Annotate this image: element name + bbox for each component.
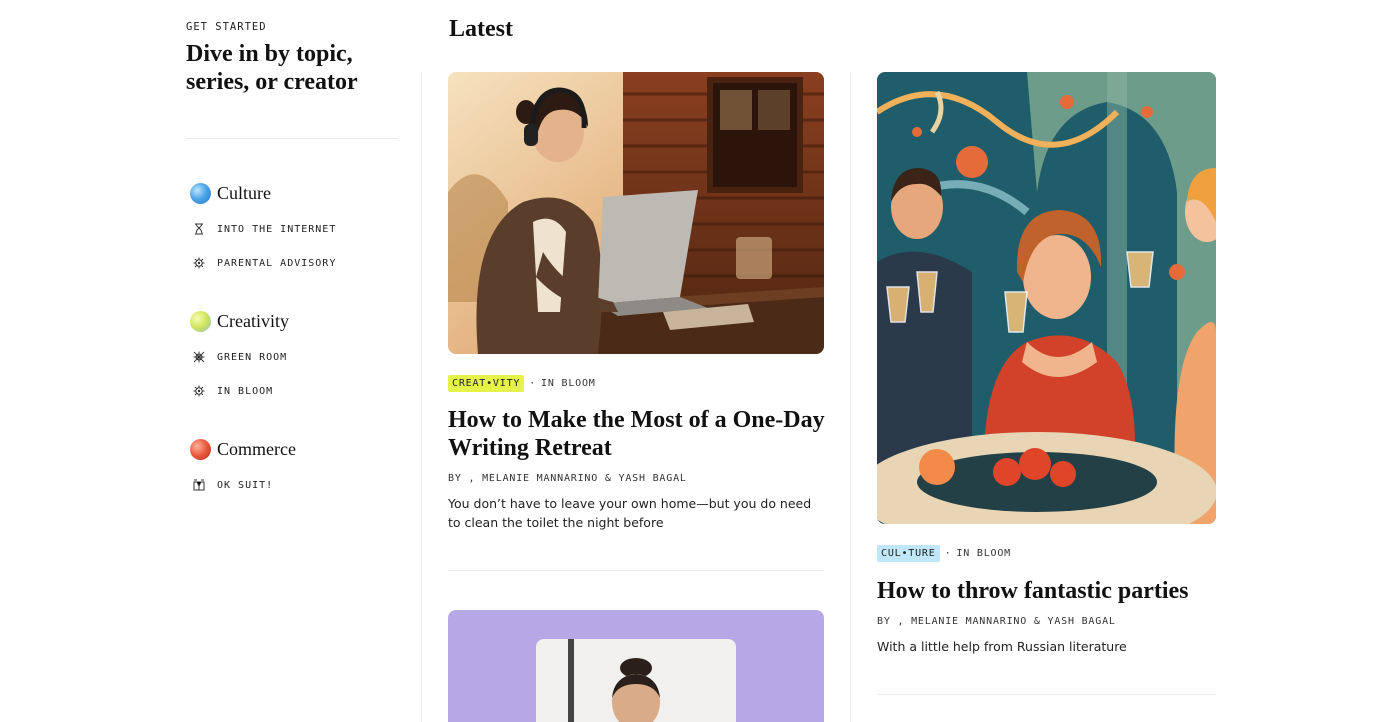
grid-icon xyxy=(192,350,206,364)
topic-tag[interactable]: CUL•TURE xyxy=(877,545,940,562)
topic-commerce[interactable]: Commerce xyxy=(190,439,296,460)
article-divider xyxy=(448,570,824,571)
meta-separator: · xyxy=(944,548,952,559)
hourglass-icon xyxy=(192,222,206,236)
article-meta: CUL•TURE · IN BLOOM xyxy=(877,545,1011,562)
topic-label: Creativity xyxy=(217,311,289,331)
meta-separator: · xyxy=(529,378,537,389)
article-image[interactable] xyxy=(448,610,824,722)
article-headline[interactable]: How to Make the Most of a One-Day Writin… xyxy=(448,406,828,462)
series-into-the-internet[interactable]: INTO THE INTERNET xyxy=(192,222,336,236)
article-image-illustration xyxy=(877,72,1216,524)
gear-icon xyxy=(192,384,206,398)
series-ok-suit[interactable]: OK SUIT! xyxy=(192,478,273,492)
globe-icon xyxy=(190,311,211,332)
topic-label: Commerce xyxy=(217,439,296,459)
article-dek: With a little help from Russian literatu… xyxy=(877,639,1127,654)
article-divider xyxy=(877,694,1216,695)
column-divider xyxy=(850,72,851,722)
series-label: GREEN ROOM xyxy=(217,351,288,363)
series-label: PARENTAL ADVISORY xyxy=(217,257,337,269)
article-meta: CREAT•VITY · IN BLOOM xyxy=(448,375,596,392)
column-divider xyxy=(421,72,422,722)
article-image-illustration xyxy=(448,72,824,354)
globe-icon xyxy=(190,183,211,204)
sidebar-divider xyxy=(186,138,398,139)
article-image[interactable] xyxy=(877,72,1216,524)
topic-culture[interactable]: Culture xyxy=(190,183,271,204)
sidebar-title: Dive in by topic, series, or creator xyxy=(186,41,358,95)
series-label: INTO THE INTERNET xyxy=(217,223,337,235)
series-link[interactable]: IN BLOOM xyxy=(956,548,1011,559)
article-byline: BY , MELANIE MANNARINO & YASH BAGAL xyxy=(877,616,1116,627)
globe-icon xyxy=(190,439,211,460)
series-parental-advisory[interactable]: PARENTAL ADVISORY xyxy=(192,256,336,270)
article-image[interactable] xyxy=(448,72,824,354)
series-label: OK SUIT! xyxy=(217,479,274,491)
topic-label: Culture xyxy=(217,183,271,203)
series-green-room[interactable]: GREEN ROOM xyxy=(192,350,287,364)
article-dek: You don’t have to leave your own home—bu… xyxy=(448,496,812,530)
article-headline[interactable]: How to throw fantastic parties xyxy=(877,577,1216,605)
series-in-bloom[interactable]: IN BLOOM xyxy=(192,384,273,398)
topic-tag[interactable]: CREAT•VITY xyxy=(448,375,525,392)
article-image-illustration xyxy=(536,639,736,722)
gear-icon xyxy=(192,256,206,270)
series-label: IN BLOOM xyxy=(217,385,274,397)
series-link[interactable]: IN BLOOM xyxy=(541,378,596,389)
topic-creativity[interactable]: Creativity xyxy=(190,311,289,332)
suit-icon xyxy=(192,478,206,492)
sidebar-eyebrow: GET STARTED xyxy=(186,21,267,33)
article-byline: BY , MELANIE MANNARINO & YASH BAGAL xyxy=(448,473,687,484)
page-title: Latest xyxy=(449,16,513,42)
